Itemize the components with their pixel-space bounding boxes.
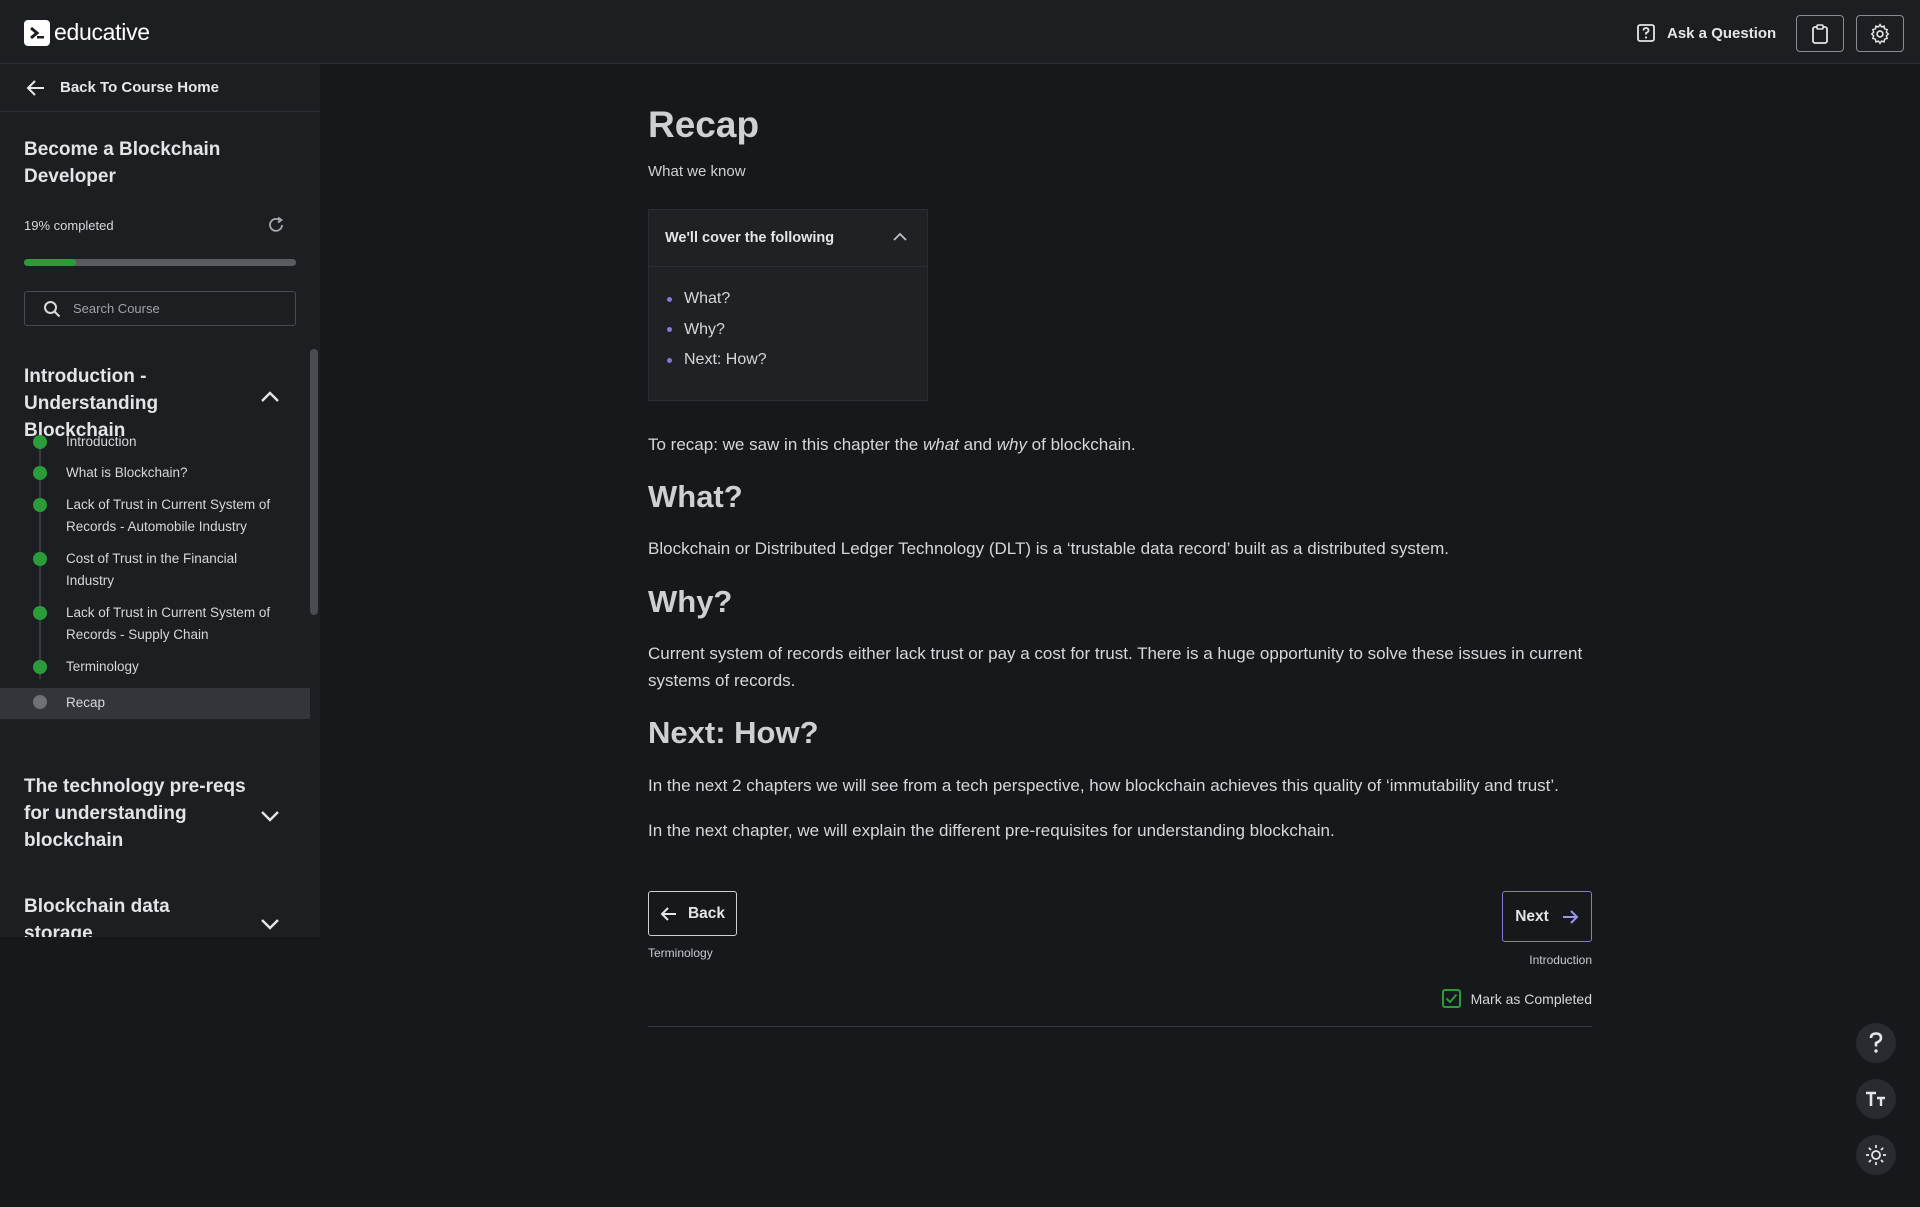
- lesson-label: What is Blockchain?: [66, 465, 188, 480]
- page-title: Recap: [648, 104, 760, 145]
- section-paragraph: In the next chapter, we will explain the…: [648, 821, 1335, 840]
- cover-item[interactable]: Next: How?: [667, 345, 927, 376]
- cover-item[interactable]: Why?: [667, 315, 927, 346]
- question-box-icon: [1637, 24, 1655, 42]
- intro-text: To recap: we saw in this chapter the: [648, 435, 923, 454]
- cover-toggle[interactable]: We'll cover the following: [649, 210, 927, 267]
- lesson-supply-chain[interactable]: Lack of Trust in Current System of Recor…: [0, 602, 310, 656]
- lesson-label: Introduction: [66, 434, 137, 449]
- chevron-down-icon[interactable]: [260, 917, 280, 935]
- ask-question-label: Ask a Question: [1667, 24, 1777, 42]
- cover-item[interactable]: What?: [667, 284, 927, 315]
- incomplete-dot-icon: [33, 695, 47, 709]
- lesson-what-is-blockchain[interactable]: What is Blockchain?: [0, 462, 310, 494]
- back-to-course-home[interactable]: Back To Course Home: [0, 64, 320, 112]
- back-button[interactable]: Back: [648, 891, 737, 936]
- text-size-icon: [1866, 1091, 1885, 1106]
- mark-as-completed-label: Mark as Completed: [1470, 990, 1592, 1007]
- section-heading-why: Why?: [648, 584, 733, 619]
- back-button-label: Back: [687, 904, 726, 922]
- completed-dot-icon: [33, 466, 47, 480]
- lesson-list: Introduction What is Blockchain? Lack of…: [0, 431, 310, 719]
- completed-dot-icon: [33, 606, 47, 620]
- search-icon: [44, 300, 61, 317]
- mark-as-completed[interactable]: Mark as Completed: [1441, 989, 1592, 1008]
- next-button[interactable]: Next: [1502, 891, 1592, 942]
- intro-emphasis-why: why: [996, 435, 1027, 454]
- chevron-up-icon[interactable]: [260, 390, 280, 408]
- intro-text: of blockchain.: [1026, 435, 1136, 454]
- lesson-label: Lack of Trust in Current System of Recor…: [66, 497, 271, 534]
- arrow-right-icon: [1562, 909, 1579, 924]
- clipboard-icon: [1812, 23, 1828, 44]
- section-paragraph: In the next 2 chapters we will see from …: [648, 776, 1559, 795]
- progress-bar-fill: [24, 259, 76, 266]
- section-heading-how: Next: How?: [648, 715, 819, 750]
- lesson-recap[interactable]: Recap: [0, 688, 310, 719]
- chevron-up-icon: [893, 232, 907, 241]
- lesson-automobile-industry[interactable]: Lack of Trust in Current System of Recor…: [0, 494, 310, 548]
- arrow-left-icon: [660, 906, 676, 921]
- cover-box: We'll cover the following What? Why? Nex…: [648, 209, 928, 401]
- chevron-down-icon[interactable]: [260, 809, 280, 827]
- ask-question-button[interactable]: Ask a Question: [1636, 20, 1776, 46]
- completed-dot-icon: [33, 498, 47, 512]
- checkmark-icon: [1445, 993, 1457, 1004]
- course-sidebar: Back To Course Home Become a Blockchain …: [0, 64, 320, 937]
- question-mark-icon: [1869, 1032, 1883, 1053]
- section-heading-what: What?: [648, 479, 743, 514]
- completed-dot-icon: [33, 435, 47, 449]
- back-target-label: Terminology: [648, 946, 713, 960]
- lesson-cost-of-trust[interactable]: Cost of Trust in the Financial Industry: [0, 548, 310, 602]
- progress-bar: [24, 259, 296, 266]
- arrow-left-icon: [26, 79, 44, 96]
- search-course[interactable]: [24, 291, 296, 326]
- cover-heading: We'll cover the following: [665, 230, 835, 246]
- search-course-input[interactable]: [73, 301, 273, 316]
- sidebar-scrollbar[interactable]: [310, 349, 318, 615]
- checkbox[interactable]: [1441, 989, 1461, 1008]
- section-paragraph: Current system of records either lack tr…: [648, 644, 1583, 690]
- clipboard-button[interactable]: [1796, 15, 1844, 52]
- help-button[interactable]: [1856, 1023, 1896, 1063]
- cover-list: What? Why? Next: How?: [649, 267, 927, 376]
- lesson-label: Recap: [66, 695, 106, 710]
- lesson-label: Terminology: [66, 659, 139, 674]
- intro-paragraph: To recap: we saw in this chapter the wha…: [648, 431, 1592, 458]
- sun-icon: [1866, 1145, 1886, 1165]
- back-home-label: Back To Course Home: [60, 79, 219, 96]
- next-button-label: Next: [1515, 907, 1549, 925]
- chapter-title-data-storage[interactable]: Blockchain data storage: [24, 893, 224, 937]
- completed-dot-icon: [33, 552, 47, 566]
- chapter-title-tech-prereqs[interactable]: The technology pre-reqs for understandin…: [24, 773, 254, 854]
- page-subtitle: What we know: [648, 163, 746, 180]
- lesson-label: Cost of Trust in the Financial Industry: [66, 551, 238, 588]
- progress-text: 19% completed: [24, 218, 114, 233]
- refresh-icon: [269, 216, 284, 232]
- content-divider: [648, 1026, 1592, 1027]
- section-paragraph: Blockchain or Distributed Ledger Technol…: [648, 539, 1449, 558]
- logo-text: educative: [54, 19, 150, 45]
- theme-toggle-button[interactable]: [1856, 1135, 1896, 1175]
- lesson-terminology[interactable]: Terminology: [0, 656, 310, 688]
- lesson-label: Lack of Trust in Current System of Recor…: [66, 605, 271, 642]
- next-target-label: Introduction: [1529, 953, 1592, 967]
- font-size-button[interactable]: [1856, 1079, 1896, 1119]
- refresh-progress-button[interactable]: [266, 215, 286, 240]
- gear-icon: [1870, 22, 1890, 45]
- intro-emphasis-what: what: [922, 435, 959, 454]
- top-bar: educative Ask a Question: [0, 0, 1920, 64]
- intro-text: and: [958, 435, 997, 454]
- completed-dot-icon: [33, 660, 47, 674]
- educative-logo[interactable]: educative: [24, 19, 150, 46]
- course-title: Become a Blockchain Developer: [24, 139, 221, 187]
- settings-button[interactable]: [1856, 15, 1904, 52]
- logo-icon: [24, 19, 50, 46]
- lesson-introduction[interactable]: Introduction: [0, 431, 310, 462]
